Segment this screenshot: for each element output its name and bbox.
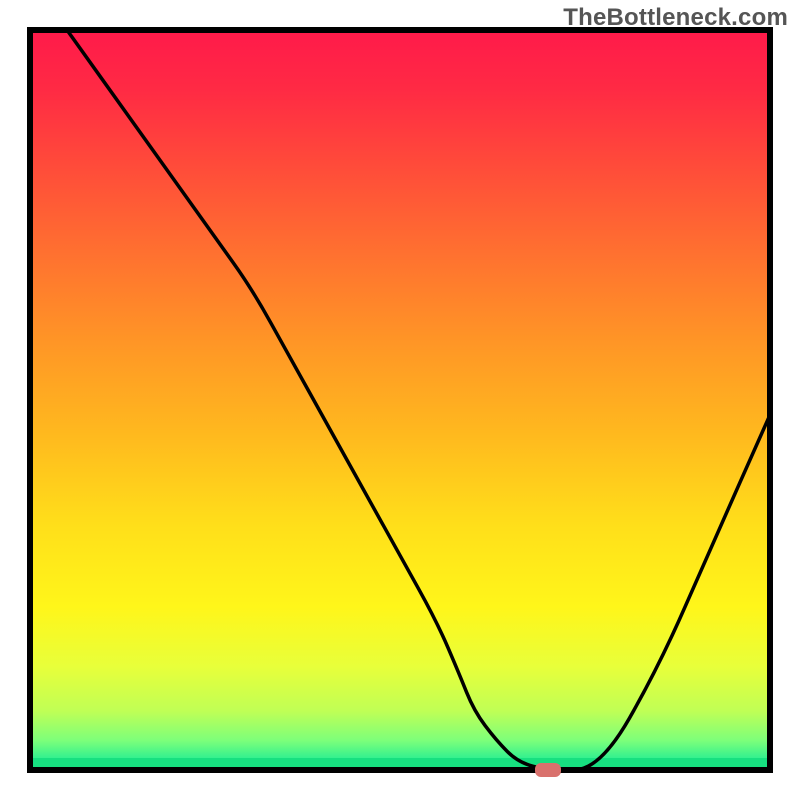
watermark-label: TheBottleneck.com [563,4,788,32]
bottleneck-chart [0,0,800,800]
chart-container: TheBottleneck.com [0,0,800,800]
current-point-marker [535,763,561,777]
